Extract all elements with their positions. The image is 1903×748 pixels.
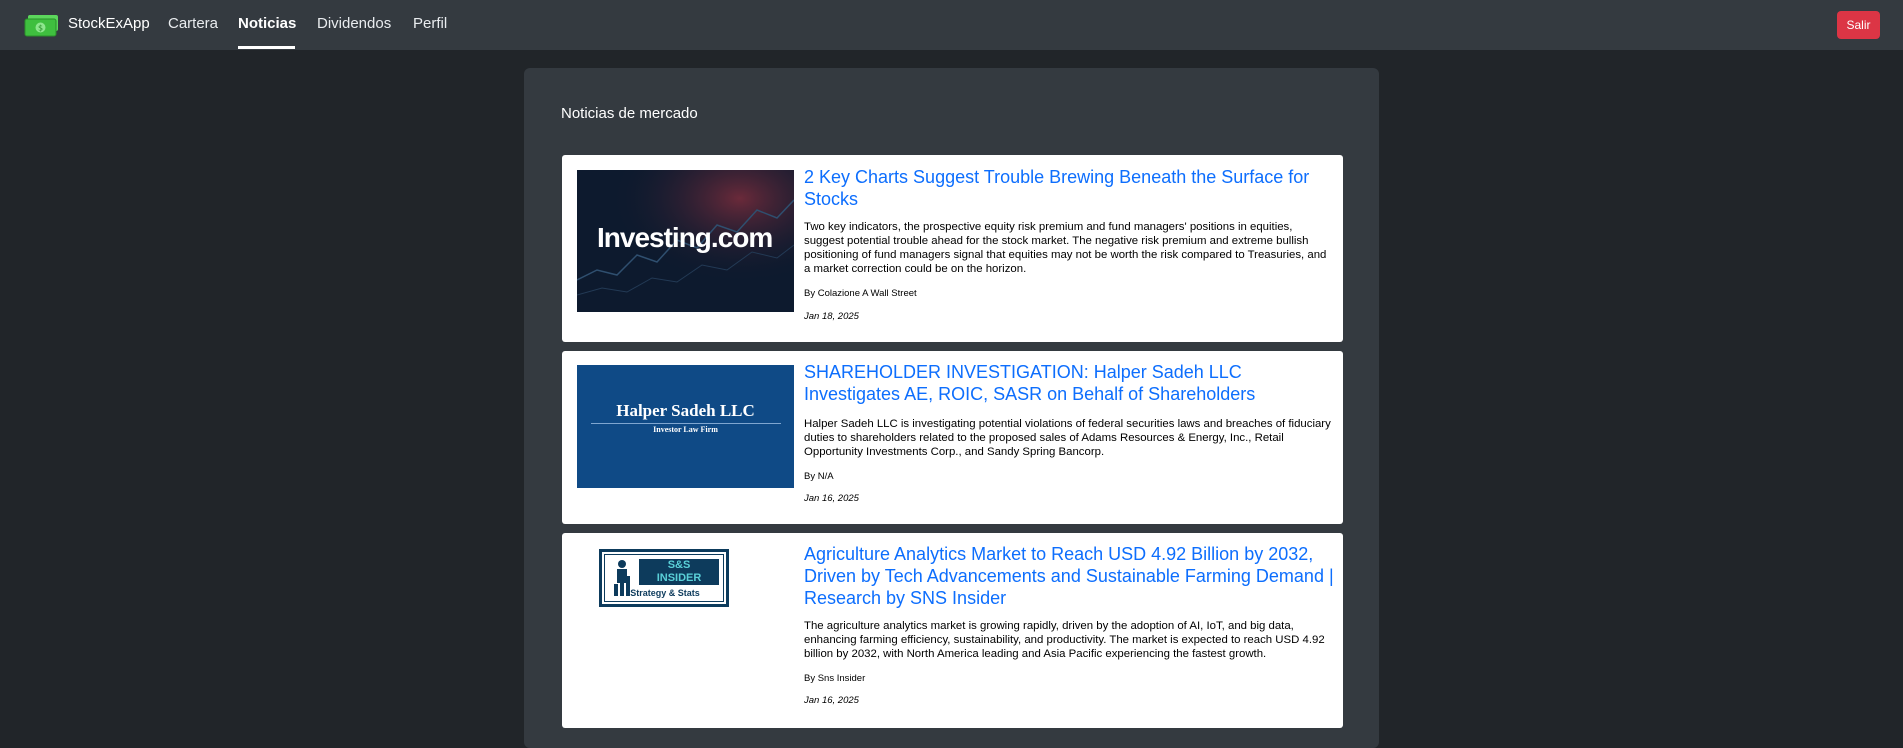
halper-sadeh-logo: Halper Sadeh LLC Investor Law Firm: [577, 401, 794, 436]
news-date: Jan 16, 2025: [804, 493, 859, 504]
money-bill-icon: $: [24, 14, 58, 36]
news-summary: The agriculture analytics market is grow…: [804, 620, 1325, 660]
brand[interactable]: $: [23, 13, 60, 38]
svg-text:$: $: [38, 23, 43, 32]
news-card: Halper Sadeh LLC Investor Law Firm SHARE…: [562, 351, 1343, 524]
news-title-link[interactable]: Agriculture Analytics Market to Reach US…: [804, 543, 1334, 609]
news-summary: Halper Sadeh LLC is investigating potent…: [804, 418, 1331, 458]
nav-dividendos[interactable]: Dividendos: [317, 14, 391, 33]
news-image[interactable]: S&S INSIDER Strategy & Stats: [599, 549, 729, 607]
nav-perfil[interactable]: Perfil: [413, 14, 447, 33]
page-title: Noticias de mercado: [561, 105, 698, 122]
brand-name[interactable]: StockExApp: [68, 14, 150, 33]
active-tab-indicator: [238, 46, 295, 49]
news-card: Investing.com 2 Key Charts Suggest Troub…: [562, 155, 1343, 342]
news-author: By Colazione A Wall Street: [804, 288, 917, 299]
news-summary: Two key indicators, the prospective equi…: [804, 221, 1327, 275]
news-author: By N/A: [804, 471, 834, 482]
news-date: Jan 16, 2025: [804, 695, 859, 706]
news-image[interactable]: Halper Sadeh LLC Investor Law Firm: [577, 365, 794, 488]
nav-cartera[interactable]: Cartera: [168, 14, 218, 33]
news-date: Jan 18, 2025: [804, 311, 859, 322]
investing-logo: Investing.com: [597, 222, 773, 253]
navbar: $ StockExApp Cartera Noticias Dividendos…: [0, 0, 1903, 50]
sns-insider-logo: S&S INSIDER Strategy & Stats: [604, 554, 724, 602]
news-title-link[interactable]: 2 Key Charts Suggest Trouble Brewing Ben…: [804, 166, 1334, 210]
news-image[interactable]: Investing.com: [577, 170, 794, 312]
news-card: S&S INSIDER Strategy & Stats Agriculture…: [562, 533, 1343, 728]
logout-button[interactable]: Salir: [1837, 11, 1880, 39]
news-author: By Sns Insider: [804, 673, 866, 684]
news-title-link[interactable]: SHAREHOLDER INVESTIGATION: Halper Sadeh …: [804, 361, 1334, 405]
nav-noticias[interactable]: Noticias: [238, 14, 296, 33]
